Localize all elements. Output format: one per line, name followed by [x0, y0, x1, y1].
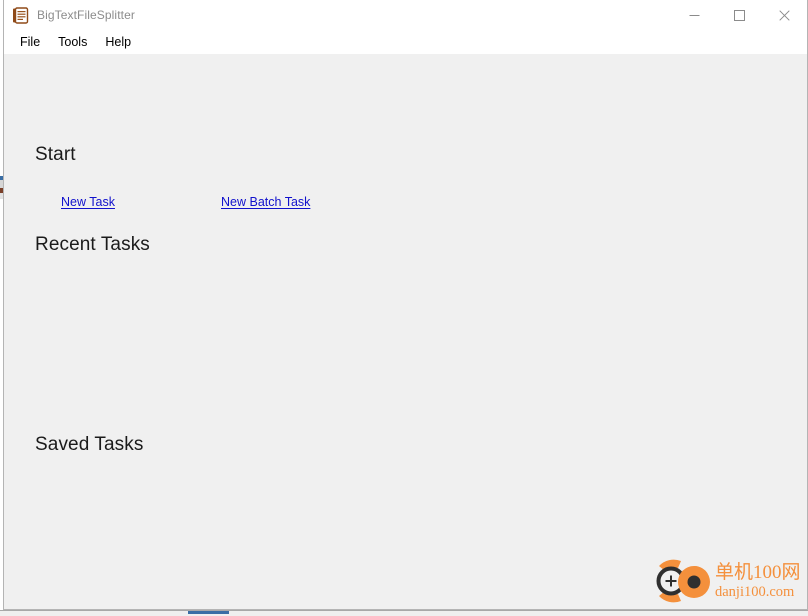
danji100-watermark: 单机100网 danji100.com [651, 556, 803, 606]
application-window: BigTextFileSplitter File Tools Help Star… [3, 0, 808, 610]
main-content-area: Start New Task New Batch Task Recent Tas… [4, 54, 807, 608]
recent-tasks-heading: Recent Tasks [35, 234, 150, 255]
new-task-link[interactable]: New Task [61, 195, 115, 209]
taskbar-strip [0, 610, 808, 616]
start-section-heading: Start [35, 144, 76, 165]
danji100-logo-icon [651, 558, 713, 604]
window-title: BigTextFileSplitter [37, 8, 135, 22]
title-bar[interactable]: BigTextFileSplitter [4, 0, 807, 30]
maximize-button[interactable] [717, 0, 762, 30]
menu-item-tools[interactable]: Tools [50, 33, 95, 51]
menu-bar: File Tools Help [4, 30, 807, 54]
menu-item-file[interactable]: File [12, 33, 48, 51]
watermark-en-text: danji100.com [715, 583, 795, 600]
taskbar-active-indicator [188, 611, 229, 614]
document-app-icon [12, 6, 29, 24]
watermark-text-block: 单机100网 danji100.com [715, 563, 801, 600]
watermark-cn-text: 单机100网 [715, 561, 801, 583]
recent-tasks-list [35, 266, 775, 416]
saved-tasks-heading: Saved Tasks [35, 434, 144, 455]
minimize-button[interactable] [672, 0, 717, 30]
new-batch-task-link[interactable]: New Batch Task [221, 195, 310, 209]
close-button[interactable] [762, 0, 807, 30]
window-controls [672, 0, 807, 30]
menu-item-help[interactable]: Help [97, 33, 139, 51]
